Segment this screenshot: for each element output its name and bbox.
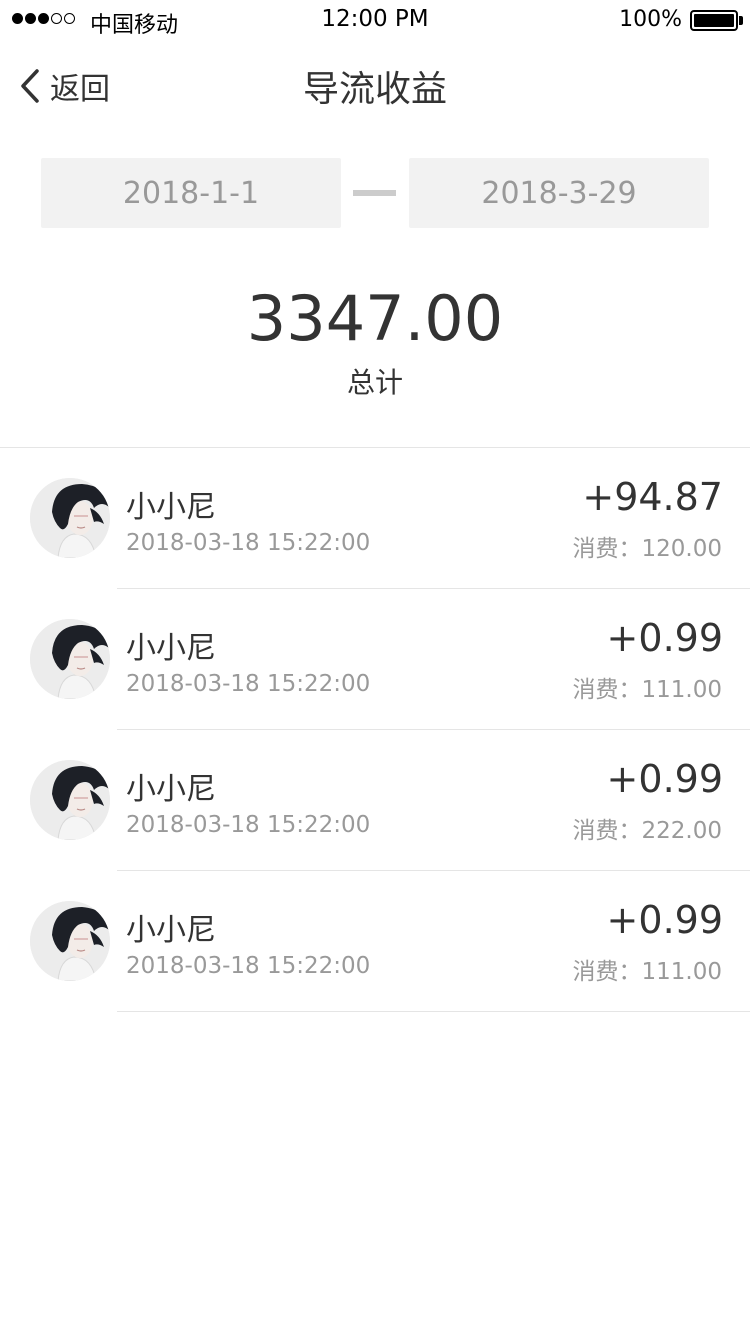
user-avatar-illustration <box>30 619 110 699</box>
avatar <box>30 901 110 981</box>
battery-icon <box>690 10 738 31</box>
battery-level <box>694 14 734 27</box>
battery-tip <box>739 16 743 25</box>
earning-amount: +0.99 <box>606 898 723 942</box>
avatar <box>30 760 110 840</box>
spend-amount: 消费：222.00 <box>572 818 722 844</box>
spend-amount: 消费：111.00 <box>572 959 722 985</box>
list-item[interactable]: 小小尼 2018-03-18 15:22:00 +0.99 消费：111.00 <box>0 871 750 1012</box>
avatar <box>30 619 110 699</box>
list-item[interactable]: 小小尼 2018-03-18 15:22:00 +0.99 消费：222.00 <box>0 730 750 871</box>
earning-amount: +0.99 <box>606 757 723 801</box>
user-avatar-illustration <box>30 478 110 558</box>
start-date-field[interactable]: 2018-1-1 <box>41 158 341 228</box>
record-time: 2018-03-18 15:22:00 <box>126 671 371 697</box>
chevron-left-icon <box>20 69 40 103</box>
user-name: 小小尼 <box>126 772 216 807</box>
record-time: 2018-03-18 15:22:00 <box>126 812 371 838</box>
record-time: 2018-03-18 15:22:00 <box>126 953 371 979</box>
avatar <box>30 478 110 558</box>
list-item[interactable]: 小小尼 2018-03-18 15:22:00 +94.87 消费：120.00 <box>0 448 750 589</box>
user-avatar-illustration <box>30 901 110 981</box>
earnings-list: 小小尼 2018-03-18 15:22:00 +94.87 消费：120.00… <box>0 448 750 1012</box>
total-label: 总计 <box>346 366 403 399</box>
earning-amount: +94.87 <box>582 475 723 519</box>
record-time: 2018-03-18 15:22:00 <box>126 530 371 556</box>
nav-bar: 返回 导流收益 <box>0 40 750 130</box>
total-amount: 3347.00 <box>246 282 504 355</box>
battery-percentage: 100% <box>619 7 682 32</box>
user-name: 小小尼 <box>126 913 216 948</box>
spend-amount: 消费：111.00 <box>572 677 722 703</box>
status-bar: 中国移动 12:00 PM 100% <box>0 0 750 40</box>
user-avatar-illustration <box>30 760 110 840</box>
earning-amount: +0.99 <box>606 616 723 660</box>
list-item[interactable]: 小小尼 2018-03-18 15:22:00 +0.99 消费：111.00 <box>0 589 750 730</box>
user-name: 小小尼 <box>126 490 216 525</box>
date-range-separator <box>353 190 396 196</box>
user-name: 小小尼 <box>126 631 216 666</box>
divider <box>117 1011 750 1012</box>
page-title: 导流收益 <box>302 69 447 110</box>
back-button[interactable]: 返回 <box>20 64 110 108</box>
end-date-field[interactable]: 2018-3-29 <box>409 158 709 228</box>
back-label: 返回 <box>50 72 110 107</box>
spend-amount: 消费：120.00 <box>572 536 722 562</box>
